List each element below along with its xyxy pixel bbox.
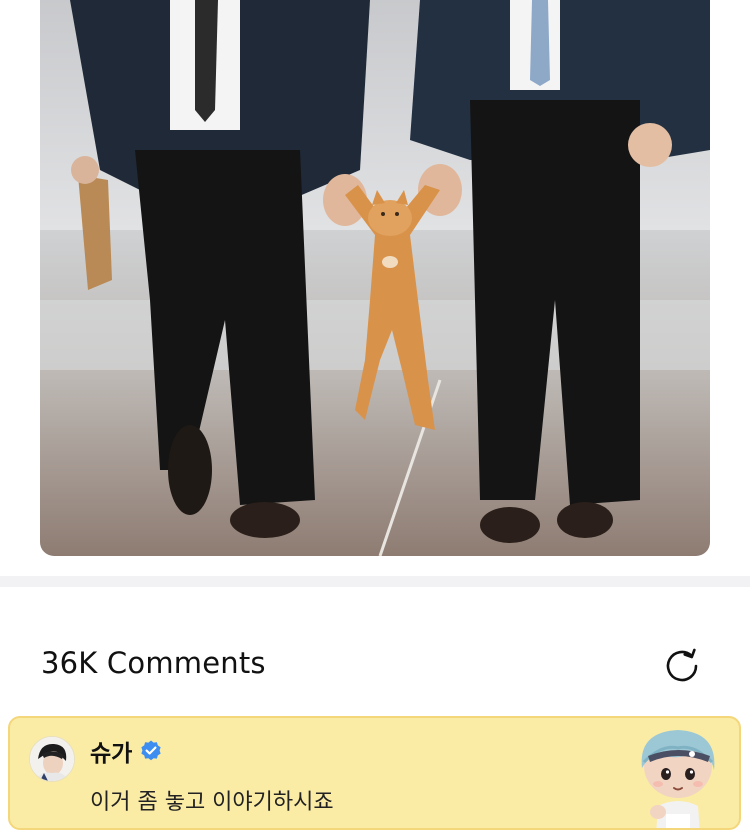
comment-author[interactable]: 슈가	[90, 734, 132, 768]
comment-author-row: 슈가	[90, 734, 163, 768]
refresh-button[interactable]	[660, 644, 704, 688]
verified-badge-icon	[139, 739, 163, 763]
post-page: 36K Comments 슈가 이거 좀 놓고 이야기하시죠	[0, 0, 750, 838]
highlighted-comment[interactable]: 슈가 이거 좀 놓고 이야기하시죠	[8, 716, 741, 830]
avatar[interactable]	[29, 736, 75, 782]
refresh-icon	[666, 648, 698, 682]
section-separator	[0, 576, 750, 587]
post-photo[interactable]	[40, 0, 710, 556]
character-sticker-icon	[622, 722, 734, 828]
comments-header: 36K Comments	[0, 630, 750, 700]
comment-text: 이거 좀 놓고 이야기하시죠	[90, 790, 334, 815]
comments-count: 36K Comments	[41, 646, 266, 680]
